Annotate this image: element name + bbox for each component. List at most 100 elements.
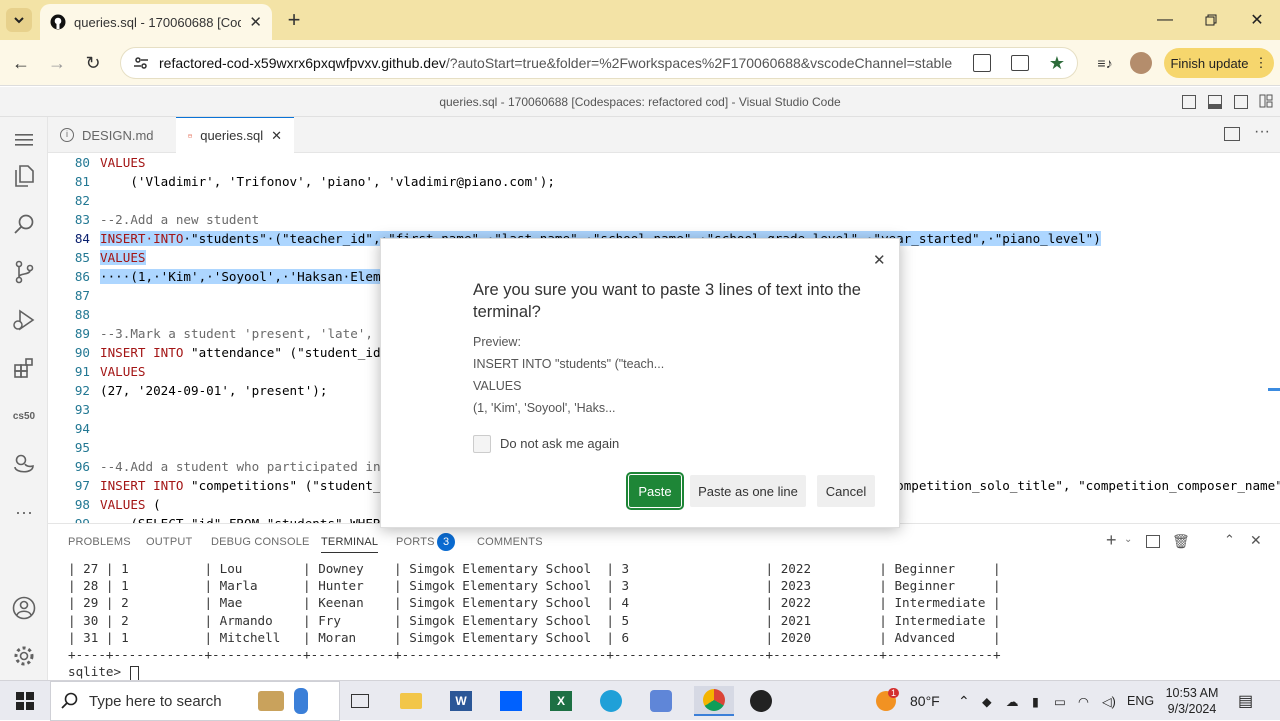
- line-code: (SELECT "id" FROM "students" WHERE: [100, 514, 388, 523]
- checkbox-label[interactable]: Do not ask me again: [500, 436, 619, 451]
- more-views-button[interactable]: ···: [0, 489, 48, 535]
- volume-icon[interactable]: ◁): [1102, 681, 1116, 721]
- file-explorer-button[interactable]: [396, 686, 426, 716]
- extensions-button[interactable]: [0, 345, 48, 391]
- dropbox-button[interactable]: [496, 686, 526, 716]
- star-icon[interactable]: ★: [1049, 53, 1065, 74]
- language-indicator[interactable]: ENG: [1127, 681, 1154, 721]
- search-button[interactable]: [0, 201, 48, 247]
- cancel-button[interactable]: Cancel: [817, 475, 875, 507]
- chevron-down-icon[interactable]: ⌄: [1124, 534, 1132, 545]
- customize-layout-icon[interactable]: [1259, 94, 1273, 108]
- extensions-icon: [14, 358, 33, 378]
- notifications-icon[interactable]: ▤: [1238, 681, 1253, 721]
- paste-button[interactable]: Paste: [626, 472, 684, 510]
- restore-button[interactable]: [1188, 0, 1234, 40]
- dropbox-tray-icon[interactable]: ◆: [982, 681, 992, 721]
- tray-chevron-up-icon[interactable]: ⌃: [958, 681, 970, 721]
- tab-design-md[interactable]: i DESIGN.md: [48, 117, 174, 153]
- code-line[interactable]: 80 VALUES: [48, 153, 1280, 172]
- task-view-button[interactable]: [345, 686, 375, 716]
- code-token: INSERT INTO: [100, 345, 184, 360]
- close-tab-icon[interactable]: ✕: [271, 128, 282, 144]
- run-debug-button[interactable]: [0, 297, 48, 343]
- settings-app-button[interactable]: [646, 686, 676, 716]
- close-panel-icon[interactable]: ✕: [1250, 532, 1262, 549]
- weather-widget[interactable]: 1 80°F: [876, 681, 940, 721]
- cs50-button[interactable]: cs50: [0, 393, 48, 439]
- toggle-sidebar-icon[interactable]: [1182, 95, 1196, 109]
- paste-confirmation-dialog: ✕ Are you sure you want to paste 3 lines…: [380, 238, 900, 528]
- tab-comments[interactable]: COMMENTS: [477, 536, 543, 548]
- close-dialog-icon[interactable]: ✕: [873, 251, 886, 269]
- source-control-button[interactable]: [0, 249, 48, 295]
- finish-update-button[interactable]: Finish update ⋮: [1164, 48, 1274, 78]
- code-token: VALUES: [100, 155, 146, 170]
- tab-queries-sql[interactable]: queries.sql ✕: [176, 117, 294, 153]
- line-code: --2.Add a new student: [100, 210, 259, 229]
- media-control-button[interactable]: ≡♪: [1092, 50, 1118, 76]
- run-debug-icon: [13, 309, 35, 331]
- word-button[interactable]: W: [446, 686, 476, 716]
- code-line[interactable]: 81 ('Vladimir', 'Trifonov', 'piano', 'vl…: [48, 172, 1280, 191]
- split-editor-icon[interactable]: [1224, 127, 1240, 141]
- do-not-ask-checkbox[interactable]: [473, 435, 491, 453]
- preview-line: (1, 'Kim', 'Soyool', 'Haks...: [473, 401, 616, 415]
- accounts-button[interactable]: [0, 585, 48, 631]
- more-actions-icon[interactable]: ···: [1254, 123, 1270, 141]
- microphone-icon[interactable]: ▮: [1032, 681, 1039, 721]
- close-tab-icon[interactable]: ✕: [249, 13, 262, 31]
- excel-button[interactable]: X: [546, 686, 576, 716]
- toggle-secondary-sidebar-icon[interactable]: [1234, 95, 1248, 109]
- ports-count-badge: 3: [437, 533, 455, 551]
- plus-icon: +: [287, 7, 301, 32]
- toggle-panel-icon[interactable]: [1208, 95, 1222, 109]
- clock[interactable]: 10:53 AM 9/3/2024: [1160, 681, 1224, 721]
- vscode-title-bar: queries.sql - 170060688 [Codespaces: ref…: [0, 87, 1280, 117]
- site-settings-icon[interactable]: [133, 55, 149, 71]
- install-app-icon[interactable]: [1010, 55, 1029, 71]
- taskbar-search[interactable]: Type here to search: [50, 681, 340, 721]
- new-terminal-icon[interactable]: +: [1106, 530, 1117, 551]
- search-highlight-icon: [293, 688, 308, 714]
- cloud-icon[interactable]: ☁: [1006, 681, 1019, 721]
- code-token: VALUES: [100, 497, 146, 512]
- new-tab-button[interactable]: +: [282, 7, 306, 32]
- profile-avatar[interactable]: [1130, 52, 1152, 74]
- battery-icon[interactable]: ▭: [1054, 681, 1066, 721]
- tab-debug-console[interactable]: DEBUG CONSOLE: [211, 536, 310, 548]
- github-icon: [50, 14, 66, 30]
- tab-ports[interactable]: PORTS: [396, 536, 435, 548]
- code-line[interactable]: 82: [48, 191, 1280, 210]
- browser-tab[interactable]: queries.sql - 170060688 [Codes ✕: [40, 4, 272, 40]
- wifi-icon[interactable]: ◠: [1078, 681, 1089, 721]
- line-code: VALUES: [100, 248, 146, 267]
- trash-icon[interactable]: 🗑: [1172, 533, 1190, 550]
- address-bar[interactable]: refactored-cod-x59wxrx6pxqwfpvxv.github.…: [120, 47, 1078, 79]
- forward-button[interactable]: →: [44, 50, 70, 76]
- ducky-button[interactable]: [0, 441, 48, 487]
- maximize-panel-icon[interactable]: ⌃: [1224, 532, 1235, 548]
- start-button[interactable]: [10, 686, 40, 716]
- line-number: 99: [48, 514, 90, 523]
- terminal-cursor: [130, 666, 139, 681]
- manage-button[interactable]: [0, 633, 48, 679]
- split-terminal-icon[interactable]: [1146, 535, 1160, 548]
- obs-button[interactable]: [746, 686, 776, 716]
- clipboard-icon[interactable]: [972, 54, 991, 72]
- tab-terminal[interactable]: TERMINAL: [321, 536, 379, 553]
- edge-button[interactable]: [596, 686, 626, 716]
- explorer-button[interactable]: [0, 153, 48, 199]
- close-window-button[interactable]: ✕: [1234, 0, 1280, 40]
- tab-search-button[interactable]: [6, 8, 32, 32]
- tab-output[interactable]: OUTPUT: [146, 536, 192, 548]
- code-line[interactable]: 83 --2.Add a new student: [48, 210, 1280, 229]
- database-icon: [188, 133, 192, 138]
- paste-as-one-line-button[interactable]: Paste as one line: [690, 475, 806, 507]
- clock-time: 10:53 AM: [1165, 686, 1219, 700]
- chrome-button[interactable]: [694, 686, 734, 716]
- tab-problems[interactable]: PROBLEMS: [68, 536, 131, 548]
- back-button[interactable]: ←: [8, 50, 34, 76]
- minimize-button[interactable]: —: [1142, 0, 1188, 40]
- reload-button[interactable]: ↻: [80, 50, 106, 76]
